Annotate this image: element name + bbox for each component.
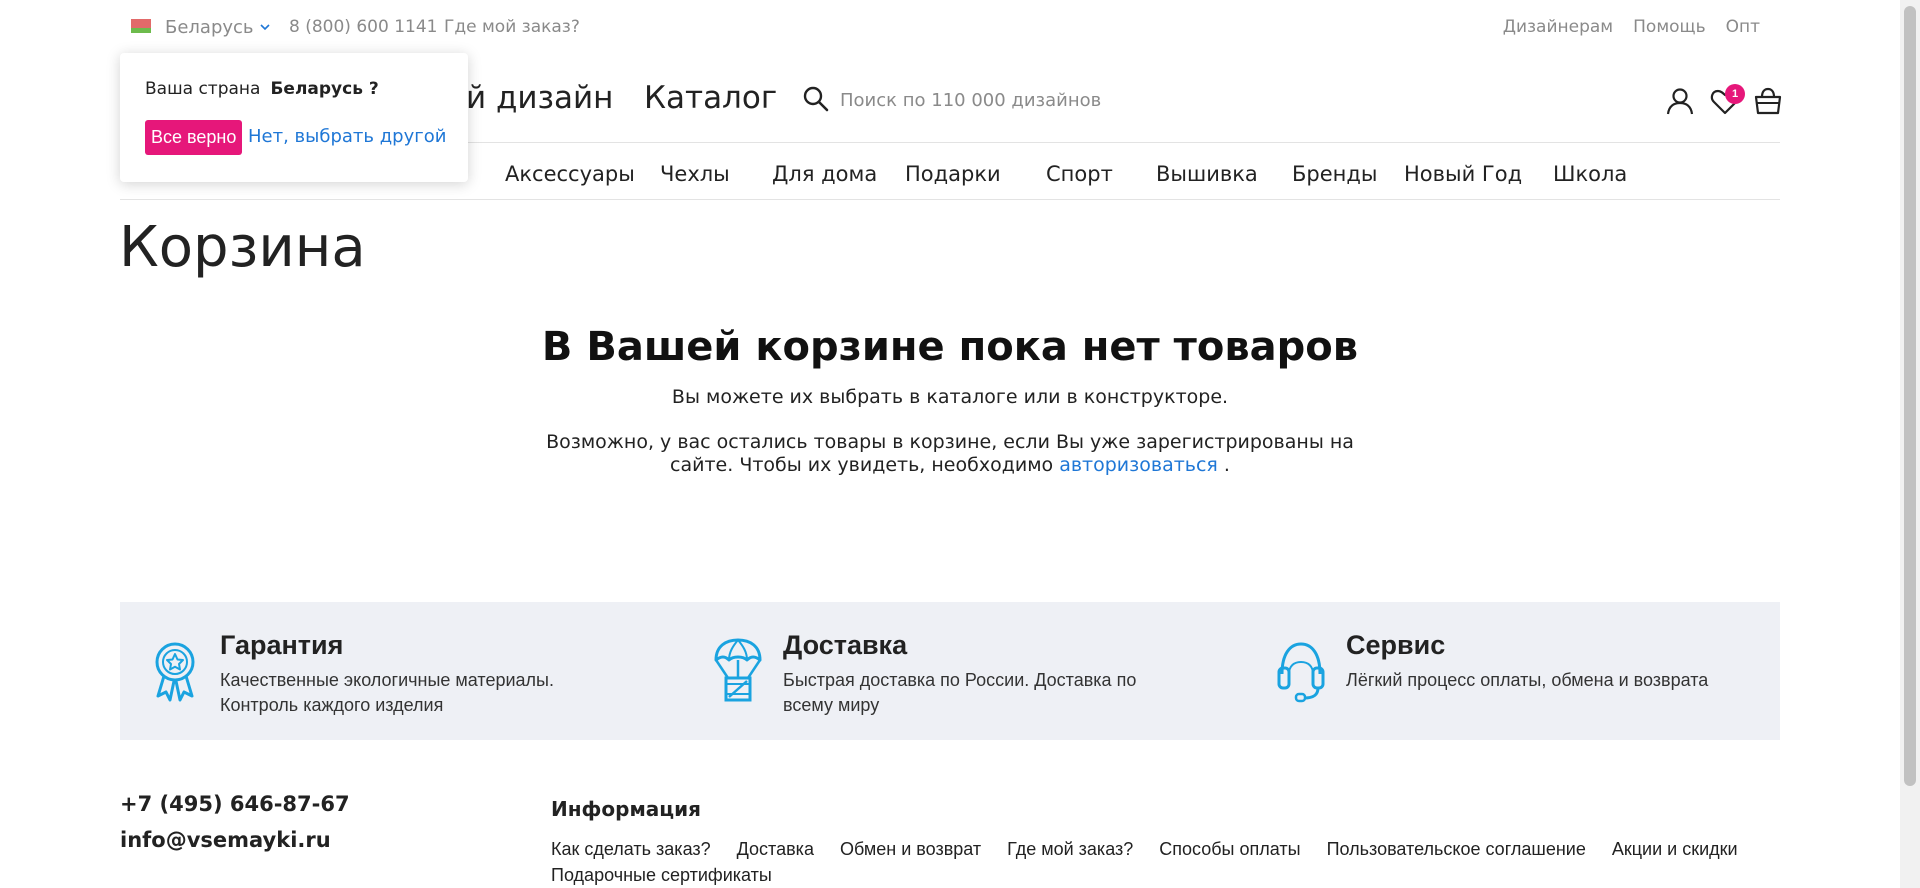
nav-item-school[interactable]: Школа	[1553, 162, 1627, 186]
feature-description: Быстрая доставка по России. Доставка по …	[783, 670, 1137, 715]
nav-item-brands[interactable]: Бренды	[1292, 162, 1378, 186]
feature-description: Лёгкий процесс оплаты, обмена и возврата	[1346, 670, 1709, 690]
top-bar: Беларусь 8 (800) 600 1141 Где мой заказ?…	[0, 0, 1900, 56]
wishlist-count-badge: 1	[1725, 84, 1745, 104]
popup-country-name: Беларусь ?	[270, 79, 379, 99]
scrollbar-thumb[interactable]	[1904, 6, 1916, 786]
order-status-link[interactable]: Где мой заказ?	[444, 17, 580, 37]
features-panel: Гарантия Качественные экологичные матери…	[120, 602, 1780, 740]
search-icon[interactable]	[802, 85, 830, 113]
footer-info-title: Информация	[551, 797, 701, 821]
footer-info-links: Как сделать заказ? Доставка Обмен и возв…	[551, 836, 1781, 888]
nav-item-gifts[interactable]: Подарки	[905, 162, 1001, 186]
search-input[interactable]	[840, 84, 1300, 116]
belarus-flag-icon[interactable]	[131, 19, 151, 33]
choose-other-country-link[interactable]: Нет, выбрать другой	[248, 126, 446, 147]
wholesale-link[interactable]: Опт	[1726, 17, 1760, 37]
catalog-link[interactable]: Каталог	[644, 80, 777, 116]
country-selector[interactable]: Беларусь	[165, 17, 254, 38]
chevron-down-icon[interactable]	[258, 17, 272, 37]
empty-cart-heading: В Вашей корзине пока нет товаров	[541, 324, 1359, 370]
nav-item-new-year[interactable]: Новый Год	[1404, 162, 1522, 186]
phone-link[interactable]: 8 (800) 600 1141	[289, 17, 437, 37]
bag-icon[interactable]	[1753, 86, 1783, 116]
footer-link-how-to-order[interactable]: Как сделать заказ?	[551, 839, 711, 859]
top-links: Дизайнерам Помощь Опт	[1503, 17, 1760, 37]
empty-cart-text: Вы можете их выбрать в каталоге или в ко…	[671, 386, 1229, 408]
footer-link-exchange[interactable]: Обмен и возврат	[840, 839, 981, 859]
nav-item-embroidery[interactable]: Вышивка	[1156, 162, 1258, 186]
country-confirm-popup: Ваша страна Беларусь ? Все верно Нет, выб…	[120, 53, 468, 182]
login-link[interactable]: авторизоваться	[1059, 454, 1218, 476]
footer-link-promotions[interactable]: Акции и скидки	[1612, 839, 1738, 859]
my-design-link[interactable]: ой дизайн	[447, 80, 613, 116]
nav-item-sport[interactable]: Спорт	[1046, 162, 1113, 186]
designers-link[interactable]: Дизайнерам	[1503, 17, 1613, 37]
footer-email[interactable]: info@vsemayki.ru	[120, 828, 331, 852]
login-note-end: .	[1223, 454, 1230, 476]
feature-title: Доставка	[783, 630, 908, 660]
feature-description: Качественные экологичные материалы. Конт…	[220, 670, 554, 715]
footer-link-agreement[interactable]: Пользовательское соглашение	[1327, 839, 1586, 859]
footer-link-gift-cards[interactable]: Подарочные сертификаты	[551, 865, 772, 885]
footer-link-payment[interactable]: Способы оплаты	[1159, 839, 1300, 859]
nav-item-accessories[interactable]: Аксессуары	[505, 162, 635, 186]
page-scrollbar[interactable]	[1900, 0, 1920, 888]
parachute-box-icon	[714, 638, 762, 702]
nav-item-cases[interactable]: Чехлы	[660, 162, 730, 186]
nav-item-home[interactable]: Для дома	[772, 162, 877, 186]
confirm-country-button[interactable]: Все верно	[145, 120, 243, 155]
user-icon[interactable]	[1665, 86, 1695, 116]
country-question: Ваша страна Беларусь ?	[145, 79, 379, 99]
headset-icon	[1277, 642, 1325, 703]
login-note: Возможно, у вас остались товары в корзин…	[540, 431, 1360, 477]
feature-title: Сервис	[1346, 630, 1446, 660]
page-title: Корзина	[119, 215, 366, 280]
footer-link-delivery[interactable]: Доставка	[737, 839, 814, 859]
footer-phone[interactable]: +7 (495) 646-87-67	[120, 792, 350, 816]
login-note-text: Возможно, у вас остались товары в корзин…	[546, 431, 1354, 476]
nav-divider	[120, 199, 1780, 200]
help-link[interactable]: Помощь	[1633, 17, 1705, 37]
feature-title: Гарантия	[220, 630, 344, 660]
footer-link-order-status[interactable]: Где мой заказ?	[1007, 839, 1133, 859]
award-icon	[155, 642, 195, 702]
